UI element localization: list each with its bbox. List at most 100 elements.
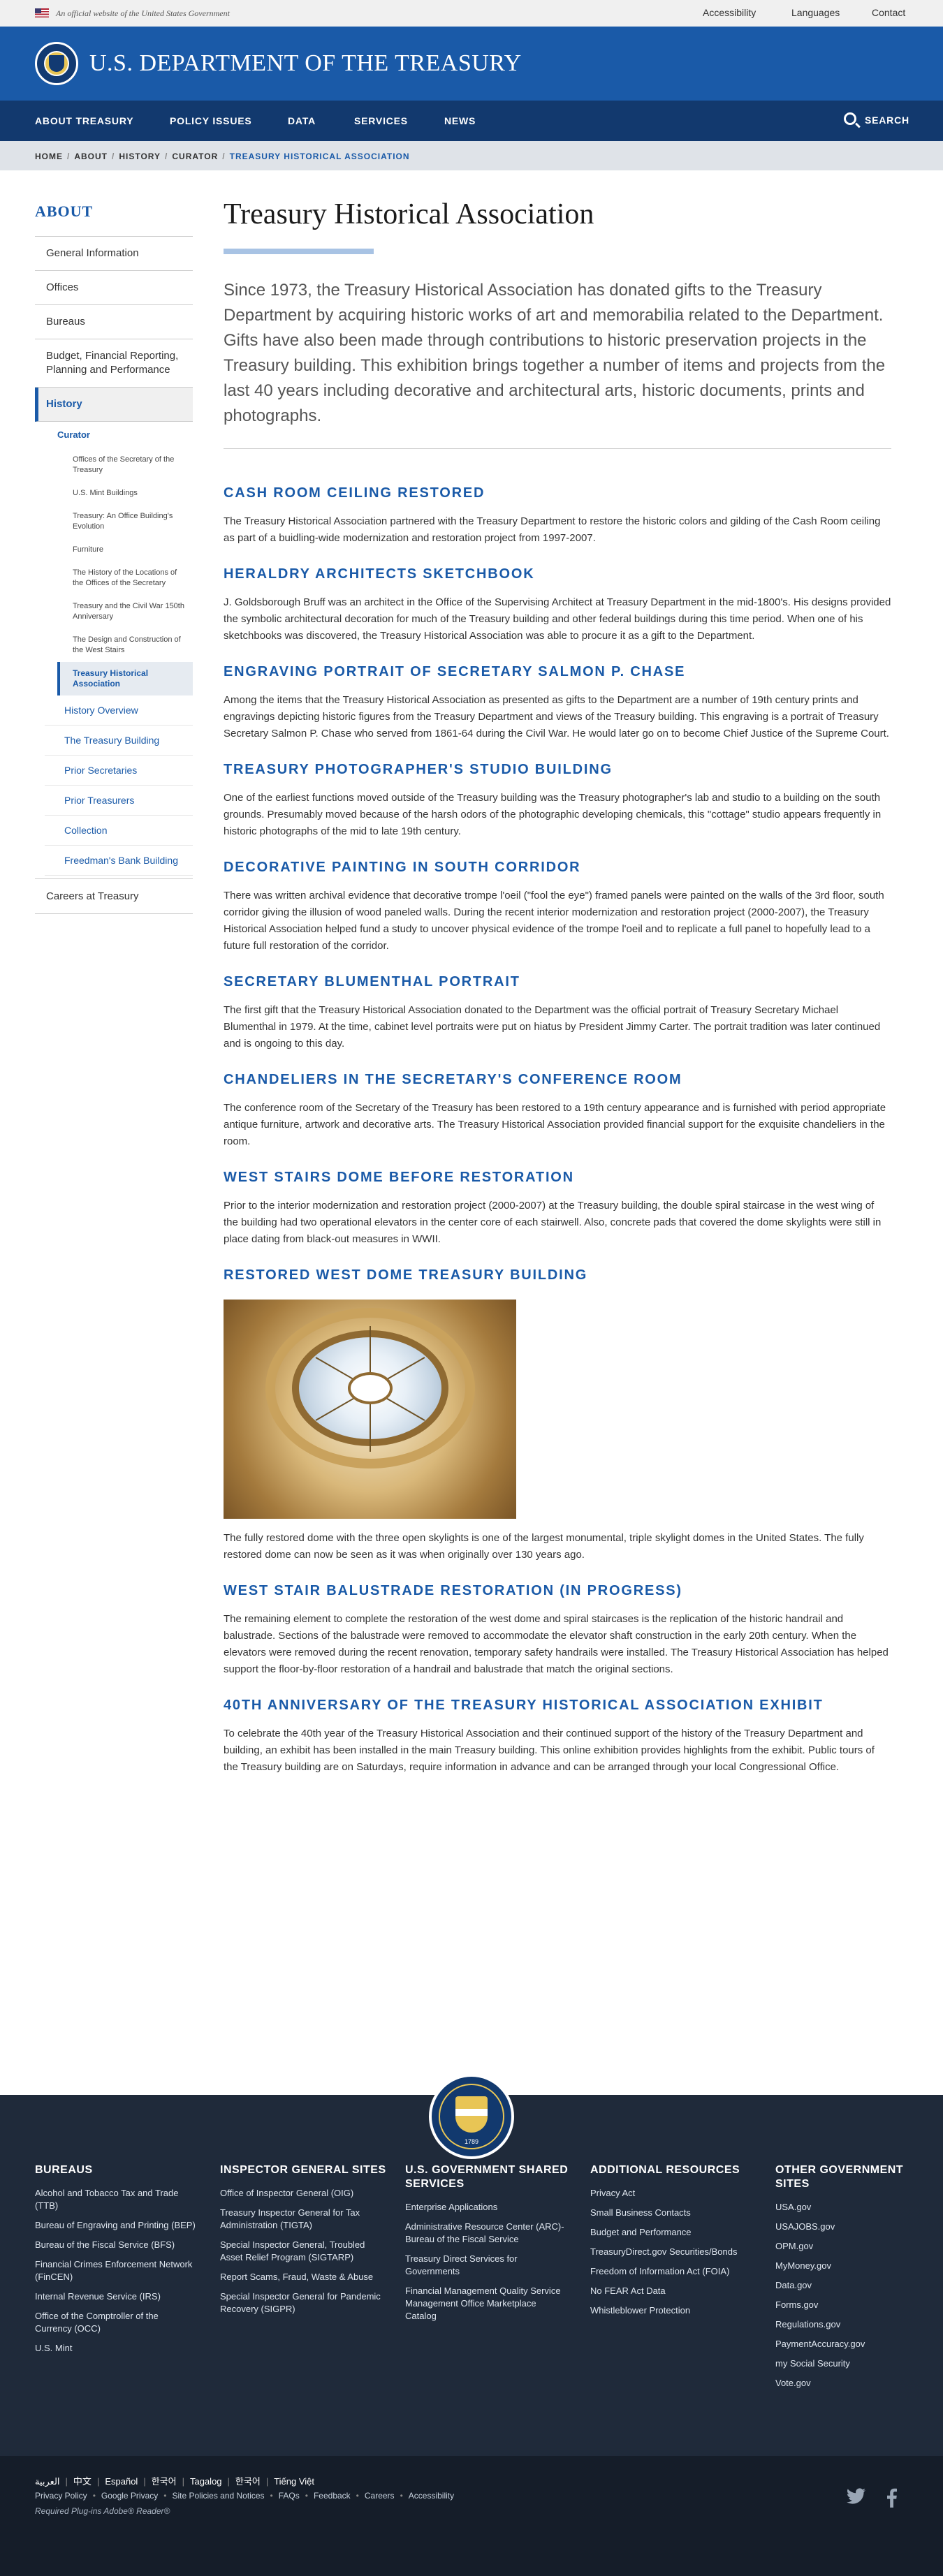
facebook-icon[interactable] xyxy=(882,2488,901,2508)
sidebar-item-curator[interactable]: Curator xyxy=(45,422,193,448)
footer-link[interactable]: Privacy Act xyxy=(590,2187,751,2200)
section-heading: SECRETARY BLUMENTHAL PORTRAIT xyxy=(224,974,520,989)
footer-link[interactable]: Internal Revenue Service (IRS) xyxy=(35,2290,196,2303)
language-link[interactable]: 한국어 xyxy=(152,2476,177,2487)
curator-submenu: Offices of the Secretary of the Treasury… xyxy=(45,448,193,695)
footer-link[interactable]: Special Inspector General for Pandemic R… xyxy=(220,2290,381,2316)
footer-link[interactable]: Regulations.gov xyxy=(775,2318,908,2331)
footer-link[interactable]: Report Scams, Fraud, Waste & Abuse xyxy=(220,2271,381,2283)
sidebar-item-prior-treasurers[interactable]: Prior Treasurers xyxy=(45,786,193,816)
language-link[interactable]: 한국어 xyxy=(235,2476,261,2487)
footer-link[interactable]: Small Business Contacts xyxy=(590,2207,751,2219)
sidebar-item-careers[interactable]: Careers at Treasury xyxy=(35,878,193,914)
twitter-icon[interactable] xyxy=(846,2488,866,2508)
footer-link[interactable]: Special Inspector General, Troubled Asse… xyxy=(220,2239,381,2264)
footer-link[interactable]: Enterprise Applications xyxy=(405,2201,566,2214)
curator-link-office-evolution[interactable]: Treasury: An Office Building's Evolution xyxy=(57,505,193,538)
seal-year: 1789 xyxy=(464,2138,479,2145)
curator-link-offices-secretary[interactable]: Offices of the Secretary of the Treasury xyxy=(57,448,193,482)
policy-link[interactable]: Site Policies and Notices xyxy=(172,2491,264,2501)
sidebar-item-prior-secretaries[interactable]: Prior Secretaries xyxy=(45,756,193,786)
policy-link[interactable]: Careers xyxy=(365,2491,395,2501)
footer-link[interactable]: USAJOBS.gov xyxy=(775,2221,908,2233)
policy-link[interactable]: Feedback xyxy=(314,2491,351,2501)
curator-link-west-stairs[interactable]: The Design and Construction of the West … xyxy=(57,628,193,662)
footer-link[interactable]: No FEAR Act Data xyxy=(590,2285,751,2297)
footer-link[interactable]: U.S. Mint xyxy=(35,2342,196,2355)
language-link[interactable]: 中文 xyxy=(73,2476,92,2487)
footer-link[interactable]: Financial Crimes Enforcement Network (Fi… xyxy=(35,2258,196,2283)
breadcrumb-curator[interactable]: CURATOR xyxy=(172,152,218,161)
nav-services[interactable]: SERVICES xyxy=(354,115,408,126)
footer-link[interactable]: Treasury Direct Services for Governments xyxy=(405,2253,566,2278)
contact-link[interactable]: Contact xyxy=(872,7,905,18)
breadcrumb-current: TREASURY HISTORICAL ASSOCIATION xyxy=(229,152,410,161)
sidebar-item-history-overview[interactable]: History Overview xyxy=(45,695,193,726)
footer-link[interactable]: Forms.gov xyxy=(775,2299,908,2311)
footer-link[interactable]: Data.gov xyxy=(775,2279,908,2292)
sidebar-item-general-information[interactable]: General Information xyxy=(35,237,193,271)
footer-heading: INSPECTOR GENERAL SITES xyxy=(220,2164,386,2176)
required-plugins-link[interactable]: Required Plug-ins Adobe® Reader® xyxy=(35,2506,170,2516)
footer-link[interactable]: Bureau of Engraving and Printing (BEP) xyxy=(35,2219,196,2232)
nav-news[interactable]: NEWS xyxy=(444,115,476,126)
site-title[interactable]: U.S. DEPARTMENT OF THE TREASURY xyxy=(89,50,522,77)
footer-link[interactable]: Bureau of the Fiscal Service (BFS) xyxy=(35,2239,196,2251)
policy-link[interactable]: FAQs xyxy=(279,2491,300,2501)
languages-link[interactable]: Languages xyxy=(791,7,840,18)
footer-link[interactable]: Budget and Performance xyxy=(590,2226,751,2239)
footer-link[interactable]: Administrative Resource Center (ARC)- Bu… xyxy=(405,2221,566,2246)
footer-link[interactable]: MyMoney.gov xyxy=(775,2260,908,2272)
footer-link[interactable]: Freedom of Information Act (FOIA) xyxy=(590,2265,751,2278)
breadcrumb-about[interactable]: ABOUT xyxy=(74,152,108,161)
footer-link[interactable]: Whistleblower Protection xyxy=(590,2304,751,2317)
breadcrumb-history[interactable]: HISTORY xyxy=(119,152,161,161)
curator-link-civil-war[interactable]: Treasury and the Civil War 150th Anniver… xyxy=(57,595,193,628)
search-button[interactable]: SEARCH xyxy=(844,112,911,129)
curator-link-locations-history[interactable]: The History of the Locations of the Offi… xyxy=(57,561,193,595)
treasury-seal-icon[interactable]: 1789 xyxy=(429,2074,514,2159)
policy-link[interactable]: Privacy Policy xyxy=(35,2491,87,2501)
policy-link[interactable]: Google Privacy xyxy=(101,2491,158,2501)
footer-link[interactable]: USA.gov xyxy=(775,2201,908,2214)
accessibility-link[interactable]: Accessibility xyxy=(703,7,756,18)
sidebar-item-offices[interactable]: Offices xyxy=(35,271,193,305)
curator-link-furniture[interactable]: Furniture xyxy=(57,538,193,561)
section-text: J. Goldsborough Bruff was an architect i… xyxy=(224,596,891,642)
footer-link[interactable]: my Social Security xyxy=(775,2357,908,2370)
sidebar-item-treasury-building[interactable]: The Treasury Building xyxy=(45,726,193,756)
language-link[interactable]: العربية xyxy=(35,2476,60,2487)
footer-link[interactable]: Alcohol and Tobacco Tax and Trade (TTB) xyxy=(35,2187,196,2212)
footer: 1789 BUREAUS Alcohol and Tobacco Tax and… xyxy=(0,2074,943,2456)
masthead: U.S. DEPARTMENT OF THE TREASURY xyxy=(0,27,943,101)
policy-link[interactable]: Accessibility xyxy=(409,2491,454,2501)
sidebar-item-freedmans-bank[interactable]: Freedman's Bank Building xyxy=(45,846,193,876)
section-text: The conference room of the Secretary of … xyxy=(224,1102,886,1147)
footer-link[interactable]: OPM.gov xyxy=(775,2240,908,2253)
sidebar-item-bureaus[interactable]: Bureaus xyxy=(35,305,193,339)
language-link[interactable]: Tiếng Việt xyxy=(274,2476,314,2487)
footer-link[interactable]: TreasuryDirect.gov Securities/Bonds xyxy=(590,2246,751,2258)
treasury-seal-icon[interactable] xyxy=(35,42,78,85)
language-link[interactable]: Tagalog xyxy=(190,2476,222,2487)
flag-icon xyxy=(35,8,49,17)
footer-link[interactable]: Financial Management Quality Service Man… xyxy=(405,2285,566,2323)
footer-link[interactable]: Vote.gov xyxy=(775,2377,908,2390)
sidebar-item-collection[interactable]: Collection xyxy=(45,816,193,846)
sidebar-item-budget[interactable]: Budget, Financial Reporting, Planning an… xyxy=(35,339,193,388)
footer-link[interactable]: PaymentAccuracy.gov xyxy=(775,2338,908,2350)
section-text: There was written archival evidence that… xyxy=(224,890,884,952)
footer-link[interactable]: Office of the Comptroller of the Currenc… xyxy=(35,2310,196,2335)
footer-link[interactable]: Treasury Inspector General for Tax Admin… xyxy=(220,2207,381,2232)
nav-about-treasury[interactable]: ABOUT TREASURY xyxy=(35,115,133,126)
nav-policy-issues[interactable]: POLICY ISSUES xyxy=(170,115,252,126)
section-text: Prior to the interior modernization and … xyxy=(224,1200,882,1245)
language-links: العربية | 中文 | Español | 한국어 | Tagalog | 한국어 | Tiếng… xyxy=(35,2476,315,2487)
nav-data[interactable]: DATA xyxy=(288,115,316,126)
language-link[interactable]: Español xyxy=(105,2476,138,2487)
breadcrumb-home[interactable]: HOME xyxy=(35,152,63,161)
curator-link-historical-association[interactable]: Treasury Historical Association xyxy=(57,662,193,695)
curator-link-mint-buildings[interactable]: U.S. Mint Buildings xyxy=(57,482,193,505)
footer-link[interactable]: Office of Inspector General (OIG) xyxy=(220,2187,381,2200)
sidebar-item-history[interactable]: History xyxy=(35,388,193,422)
